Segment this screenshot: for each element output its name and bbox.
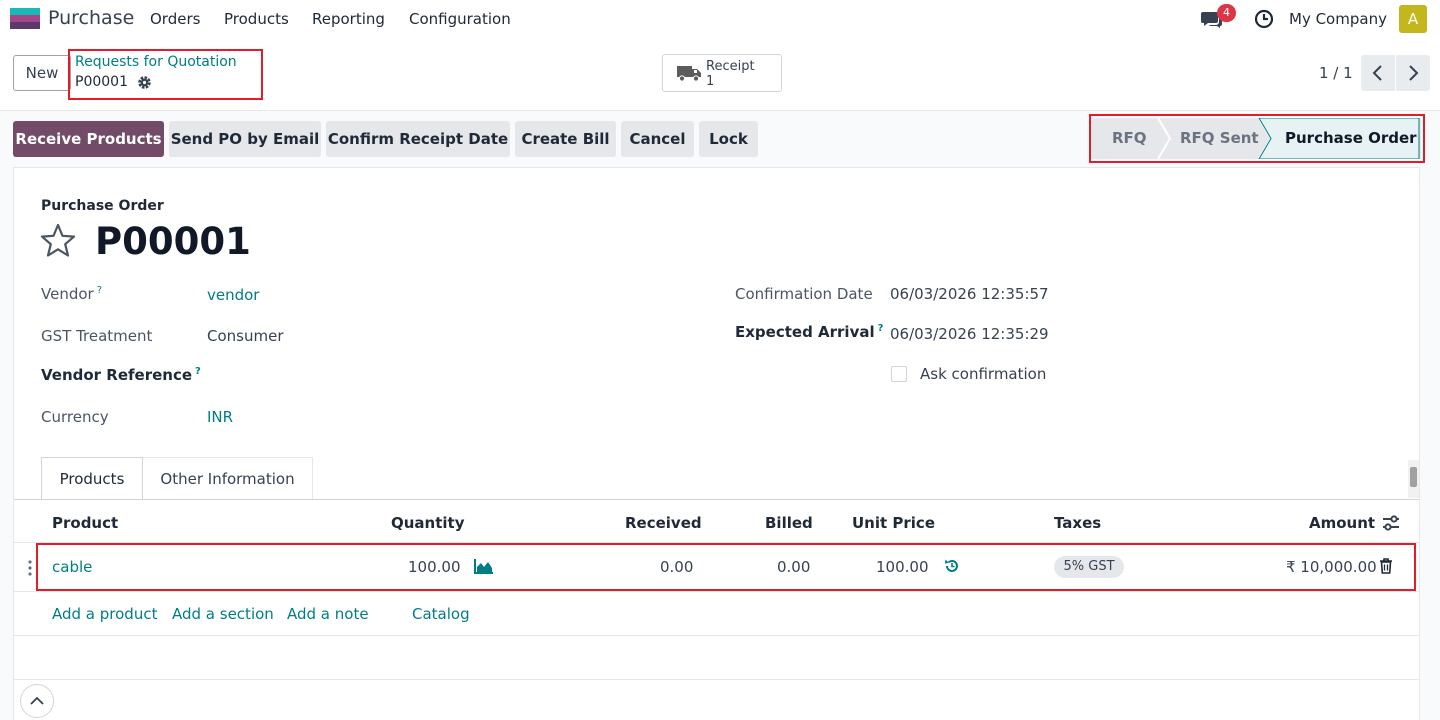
expected-arrival-help-icon[interactable]: ? <box>878 323 884 334</box>
scrollbar-thumb[interactable] <box>1410 467 1417 487</box>
truck-icon <box>677 66 701 82</box>
scroll-to-top-button[interactable] <box>20 684 54 718</box>
pager-previous-button[interactable] <box>1361 55 1395 91</box>
vendor-help-icon[interactable]: ? <box>97 285 102 296</box>
menu-reporting[interactable]: Reporting <box>312 10 385 28</box>
header-amount[interactable]: Amount <box>1309 514 1375 532</box>
message-count-badge: 4 <box>1217 4 1236 22</box>
chevron-right-icon <box>1409 65 1419 81</box>
activity-clock-icon[interactable] <box>1254 9 1274 29</box>
header-received[interactable]: Received <box>625 514 702 532</box>
add-section-link[interactable]: Add a section <box>172 605 274 623</box>
user-avatar[interactable]: A <box>1399 5 1427 33</box>
add-note-link[interactable]: Add a note <box>287 605 369 623</box>
vendor-reference-input[interactable] <box>207 362 507 388</box>
menu-orders[interactable]: Orders <box>150 10 200 28</box>
ask-confirmation-checkbox[interactable] <box>891 366 907 382</box>
tab-divider <box>14 499 1419 500</box>
catalog-link[interactable]: Catalog <box>412 605 470 623</box>
header-billed[interactable]: Billed <box>765 514 813 532</box>
confirmation-date-field[interactable]: 06/03/2026 12:35:57 <box>890 285 1049 303</box>
chevron-left-icon <box>1372 65 1382 81</box>
row-separator <box>14 591 1419 592</box>
header-taxes[interactable]: Taxes <box>1054 514 1101 532</box>
top-navbar: Purchase Orders Products Reporting Confi… <box>0 0 1440 38</box>
header-unit-price[interactable]: Unit Price <box>852 514 935 532</box>
receipt-smart-button[interactable]: Receipt 1 <box>662 54 782 92</box>
send-po-email-button[interactable]: Send PO by Email <box>169 121 321 157</box>
gst-treatment-field[interactable]: Consumer <box>207 327 284 345</box>
vendor-reference-help-icon[interactable]: ? <box>195 366 201 377</box>
currency-label: Currency <box>41 408 109 426</box>
gear-icon[interactable] <box>137 75 152 90</box>
breadcrumb-current: P00001 <box>75 74 128 90</box>
receive-products-button[interactable]: Receive Products <box>13 121 164 157</box>
vendor-field[interactable]: vendor <box>207 286 259 304</box>
pager-value[interactable]: 1 / 1 <box>1319 64 1353 82</box>
expected-arrival-label: Expected Arrival? <box>735 323 884 341</box>
confirmation-date-label: Confirmation Date <box>735 285 873 303</box>
vendor-reference-label: Vendor Reference? <box>41 366 201 384</box>
highlight-status-bar <box>1089 114 1425 163</box>
star-icon[interactable] <box>40 223 76 258</box>
drag-handle-icon[interactable] <box>26 559 34 577</box>
column-settings-icon[interactable] <box>1382 515 1400 531</box>
gst-treatment-label: GST Treatment <box>41 327 153 345</box>
receipt-count: 1 <box>706 74 715 89</box>
record-name[interactable]: P00001 <box>95 220 251 263</box>
breadcrumb-parent-link[interactable]: Requests for Quotation <box>75 54 237 70</box>
pager-next-button[interactable] <box>1396 55 1430 91</box>
add-links-separator <box>14 635 1419 636</box>
receipt-label: Receipt <box>706 59 755 74</box>
new-button[interactable]: New <box>13 55 71 91</box>
vendor-label: Vendor? <box>41 285 103 303</box>
header-product[interactable]: Product <box>52 514 118 532</box>
currency-field[interactable]: INR <box>207 408 233 426</box>
add-product-link[interactable]: Add a product <box>52 605 157 623</box>
ask-confirmation-label[interactable]: Ask confirmation <box>920 365 1046 383</box>
menu-configuration[interactable]: Configuration <box>409 10 511 28</box>
tab-other-information[interactable]: Other Information <box>143 457 313 500</box>
confirm-receipt-date-button[interactable]: Confirm Receipt Date <box>326 121 510 157</box>
purchase-app-icon[interactable] <box>10 8 40 29</box>
chevron-up-icon <box>30 696 44 705</box>
app-name[interactable]: Purchase <box>48 7 134 29</box>
empty-row-separator <box>14 679 1419 680</box>
record-type-label: Purchase Order <box>41 198 164 214</box>
create-bill-button[interactable]: Create Bill <box>515 121 616 157</box>
cancel-button[interactable]: Cancel <box>621 121 694 157</box>
menu-products[interactable]: Products <box>224 10 289 28</box>
header-quantity[interactable]: Quantity <box>391 514 465 532</box>
highlight-product-row <box>36 543 1416 591</box>
company-switcher[interactable]: My Company <box>1289 10 1387 28</box>
tab-products[interactable]: Products <box>41 457 143 500</box>
lock-button[interactable]: Lock <box>699 121 758 157</box>
expected-arrival-field[interactable]: 06/03/2026 12:35:29 <box>890 325 1049 343</box>
